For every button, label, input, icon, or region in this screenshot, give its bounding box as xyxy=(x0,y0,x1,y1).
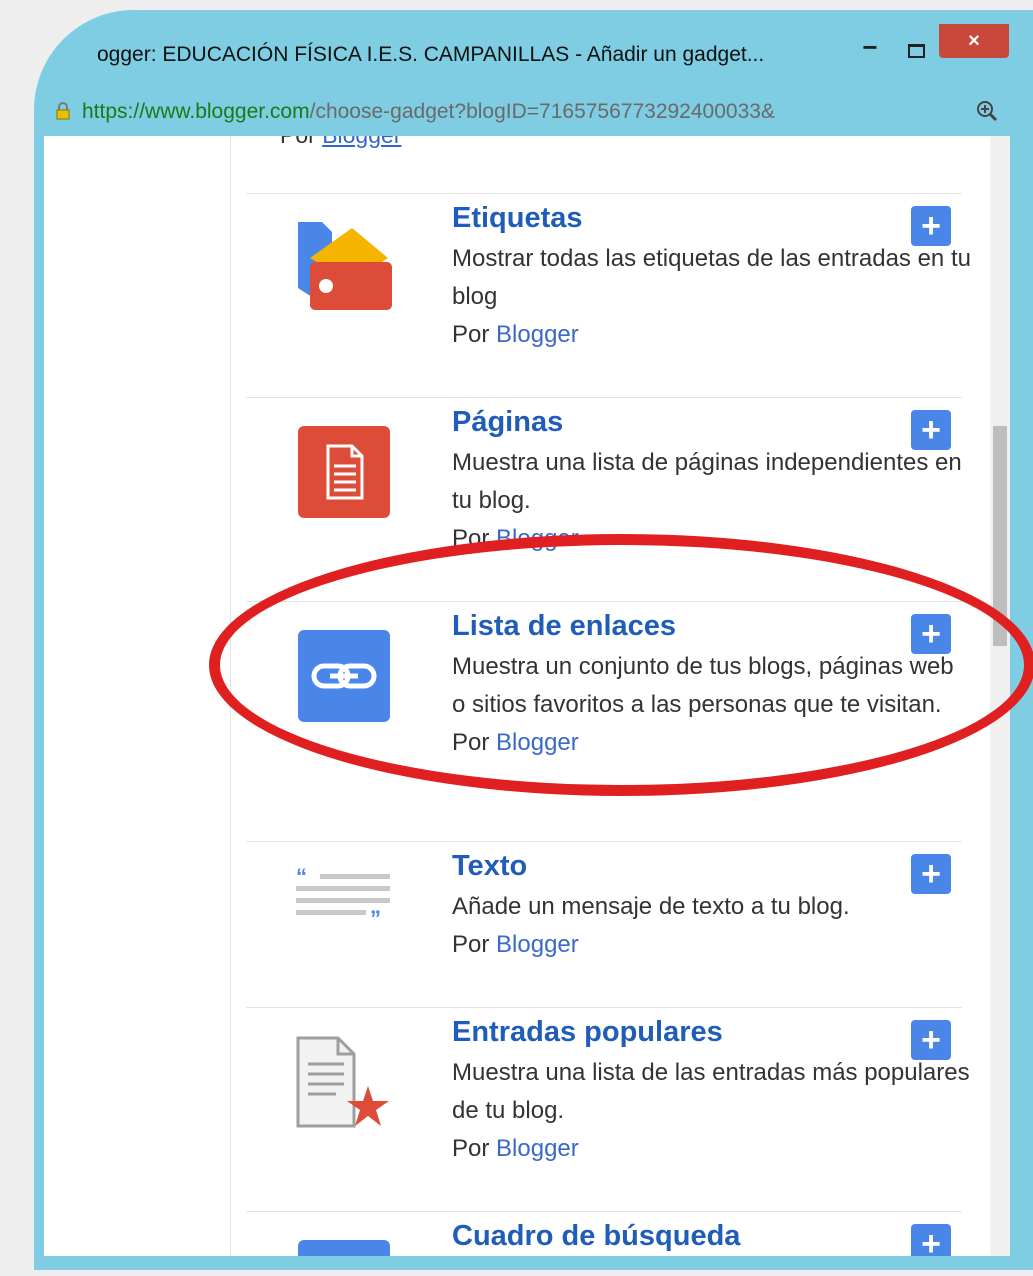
gadget-title[interactable]: Texto xyxy=(452,850,527,883)
page-content: Por Blogger Etiquetas Mostrar todas las … xyxy=(44,136,1010,1256)
by-prefix: Por xyxy=(452,321,490,348)
url-host: www.blogger.com xyxy=(145,100,310,123)
by-prefix: Por xyxy=(452,729,490,756)
search-box-icon xyxy=(298,1240,390,1256)
labels-icon xyxy=(298,222,392,310)
url-scheme: https:// xyxy=(82,100,146,123)
gadget-description: Muestra una lista de páginas independien… xyxy=(452,444,972,558)
partial-by-line: Por Blogger xyxy=(280,136,401,149)
gadget-title[interactable]: Páginas xyxy=(452,406,563,439)
window-title: ogger: EDUCACIÓN FÍSICA I.E.S. CAMPANILL… xyxy=(97,43,765,66)
by-prefix: Por xyxy=(452,525,490,552)
by-prefix: Por xyxy=(452,1135,490,1162)
maximize-icon xyxy=(907,44,925,58)
gadget-author: Por Blogger xyxy=(452,926,972,964)
browser-window: ogger: EDUCACIÓN FÍSICA I.E.S. CAMPANILL… xyxy=(34,10,1033,1270)
gadget-item: Lista de enlaces Muestra un conjunto de … xyxy=(246,601,962,842)
blogger-link[interactable]: Blogger xyxy=(322,136,401,148)
address-bar[interactable]: https://www.blogger.com/choose-gadget?bl… xyxy=(34,88,1033,136)
minimize-button[interactable]: − xyxy=(852,28,888,66)
link-icon xyxy=(298,630,390,722)
gadget-description: Muestra un conjunto de tus blogs, página… xyxy=(452,648,972,762)
gadget-description: Mostrar todas las etiquetas de las entra… xyxy=(452,240,972,354)
title-bar: ogger: EDUCACIÓN FÍSICA I.E.S. CAMPANILL… xyxy=(34,10,1033,88)
gadget-author: Por Blogger xyxy=(452,1130,972,1168)
zoom-icon[interactable] xyxy=(976,100,998,122)
maximize-button[interactable] xyxy=(898,32,934,70)
gadget-item: “ ” Texto Añade un mensaje de texto a tu… xyxy=(246,841,962,1008)
blogger-link[interactable]: Blogger xyxy=(496,729,579,756)
gadget-item: Etiquetas Mostrar todas las etiquetas de… xyxy=(246,193,971,398)
gadget-description: Añade un mensaje de texto a tu blog. Por… xyxy=(452,888,972,964)
gadget-title[interactable]: Etiquetas xyxy=(452,202,583,235)
blogger-link[interactable]: Blogger xyxy=(496,525,579,552)
gadget-title[interactable]: Cuadro de búsqueda xyxy=(452,1220,740,1253)
by-prefix: Por xyxy=(452,931,490,958)
pages-icon xyxy=(298,426,390,518)
description-text: Muestra un conjunto de tus blogs, página… xyxy=(452,653,954,718)
svg-text:”: ” xyxy=(370,906,381,931)
scrollbar-thumb[interactable] xyxy=(993,426,1007,646)
left-blank-area xyxy=(44,136,230,1256)
blogger-link[interactable]: Blogger xyxy=(496,931,579,958)
text-icon: “ ” xyxy=(296,868,390,931)
popular-posts-icon xyxy=(296,1036,389,1128)
lock-icon xyxy=(56,102,70,120)
gadget-item: Páginas Muestra una lista de páginas ind… xyxy=(246,397,962,602)
url-text[interactable]: https://www.blogger.com/choose-gadget?bl… xyxy=(82,100,775,124)
blogger-link[interactable]: Blogger xyxy=(496,321,579,348)
gadget-title[interactable]: Entradas populares xyxy=(452,1016,723,1049)
add-gadget-button[interactable]: + xyxy=(911,614,951,654)
vertical-scrollbar[interactable] xyxy=(990,136,1010,1256)
add-gadget-button[interactable]: + xyxy=(911,854,951,894)
gadget-item: Cuadro de búsqueda + xyxy=(246,1211,962,1256)
blogger-link[interactable]: Blogger xyxy=(496,1135,579,1162)
description-text: Muestra una lista de las entradas más po… xyxy=(452,1059,970,1124)
description-text: Añade un mensaje de texto a tu blog. xyxy=(452,893,850,920)
gadget-item: Entradas populares Muestra una lista de … xyxy=(246,1007,970,1212)
add-gadget-button[interactable]: + xyxy=(911,1020,951,1060)
add-gadget-button[interactable]: + xyxy=(911,410,951,450)
gadget-author: Por Blogger xyxy=(452,520,972,558)
url-path: /choose-gadget?blogID=716575677329240003… xyxy=(309,100,775,123)
svg-text:“: “ xyxy=(296,868,307,889)
close-button[interactable]: × xyxy=(939,24,1009,58)
add-gadget-button[interactable]: + xyxy=(911,206,951,246)
add-gadget-button[interactable]: + xyxy=(911,1224,951,1256)
gadget-author: Por Blogger xyxy=(452,316,972,354)
gadget-author: Por Blogger xyxy=(452,724,972,762)
description-text: Mostrar todas las etiquetas de las entra… xyxy=(452,245,971,310)
by-prefix: Por xyxy=(280,136,322,148)
description-text: Muestra una lista de páginas independien… xyxy=(452,449,962,514)
gadget-title[interactable]: Lista de enlaces xyxy=(452,610,676,643)
gadget-description: Muestra una lista de las entradas más po… xyxy=(452,1054,972,1168)
